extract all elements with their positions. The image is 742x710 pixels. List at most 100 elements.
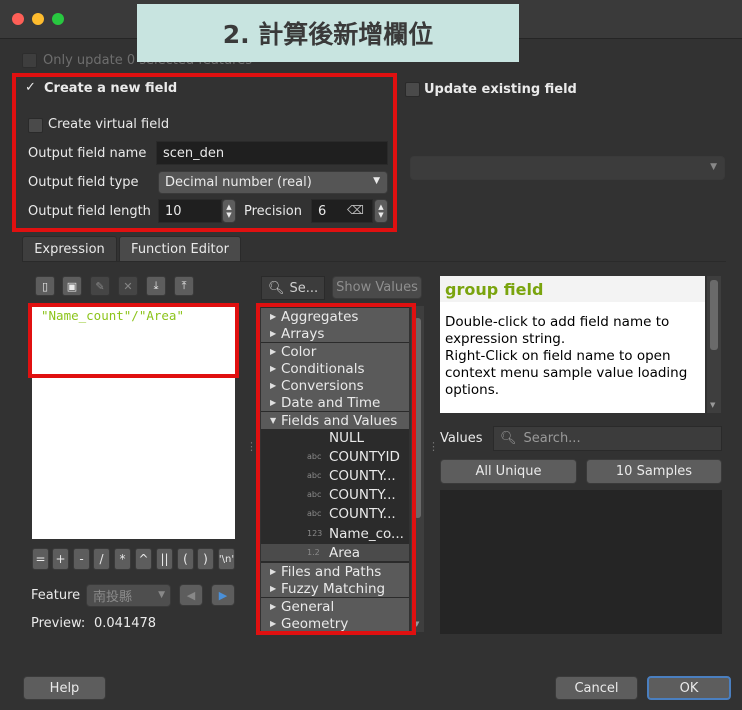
tree-field-item[interactable]: abc COUNTY...: [261, 486, 409, 503]
function-search-placeholder: Se...: [289, 280, 319, 296]
operator-minus-button[interactable]: -: [73, 548, 90, 570]
output-field-type-value: Decimal number (real): [165, 175, 312, 190]
arrow-right-icon: ▶: [218, 588, 228, 602]
scroll-down-icon[interactable]: ▼: [710, 401, 715, 409]
tree-field-item[interactable]: NULL: [261, 429, 409, 446]
caret-right-icon: ▶: [270, 584, 277, 593]
tab-function-editor[interactable]: Function Editor: [119, 236, 241, 262]
field-type-badge: abc: [307, 509, 322, 518]
tree-group-fuzzy-matching[interactable]: ▶ Fuzzy Matching: [261, 580, 409, 597]
tab-expression[interactable]: Expression: [22, 236, 117, 262]
tree-group-color[interactable]: ▶ Color: [261, 343, 409, 360]
tree-field-item[interactable]: 123 Name_co...: [261, 525, 409, 542]
operator-equals-button[interactable]: =: [32, 548, 49, 570]
create-virtual-field-checkbox[interactable]: [28, 118, 43, 133]
ok-button[interactable]: OK: [647, 676, 731, 700]
field-type-badge: 1.2: [307, 548, 320, 557]
operator-plus-button[interactable]: +: [52, 548, 69, 570]
tree-group-conditionals[interactable]: ▶ Conditionals: [261, 360, 409, 377]
function-tree[interactable]: ▶ Aggregates ▶ Arrays ▶ Color ▶ Conditionals…: [261, 306, 409, 632]
clear-icon[interactable]: ⌫: [347, 203, 364, 217]
edit-icon[interactable]: ✎: [90, 276, 110, 296]
create-new-field-label[interactable]: Create a new field: [44, 81, 177, 96]
tree-scrollbar-thumb[interactable]: [414, 318, 421, 518]
only-update-selected-checkbox[interactable]: [22, 53, 37, 68]
tree-group-aggregates[interactable]: ▶ Aggregates: [261, 308, 409, 325]
tree-scrollbar[interactable]: ▼: [411, 306, 424, 632]
caret-right-icon: ▶: [270, 364, 277, 373]
tree-group-fields-and-values[interactable]: ▼ Fields and Values: [261, 412, 409, 429]
operator-newline-button[interactable]: '\n': [218, 548, 235, 570]
scroll-down-icon[interactable]: ▼: [414, 620, 419, 628]
output-field-name-input[interactable]: scen_den: [156, 141, 388, 165]
operator-power-button[interactable]: ^: [135, 548, 152, 570]
function-search-input[interactable]: 🔍︎ Se...: [261, 276, 325, 300]
tree-group-arrays[interactable]: ▶ Arrays: [261, 325, 409, 342]
values-search-placeholder: Search...: [523, 431, 581, 446]
output-field-length-input[interactable]: 10: [158, 199, 222, 223]
length-spinner[interactable]: ▲ ▼: [222, 199, 236, 223]
minimize-window-button[interactable]: [32, 13, 44, 25]
expression-text: "Name_count"/"Area": [41, 308, 184, 323]
all-unique-button[interactable]: All Unique: [440, 459, 577, 484]
delete-icon[interactable]: ✕: [118, 276, 138, 296]
values-list[interactable]: [440, 490, 722, 634]
save-icon[interactable]: ▣: [62, 276, 82, 296]
new-file-icon[interactable]: ▯: [35, 276, 55, 296]
previous-feature-button[interactable]: ◀: [179, 584, 203, 606]
values-search-input[interactable]: 🔍︎ Search...: [493, 426, 722, 451]
spin-up-icon: ▲: [226, 203, 232, 211]
preview-value: 0.041478: [94, 616, 157, 631]
close-window-button[interactable]: [12, 13, 24, 25]
tree-field-item[interactable]: abc COUNTY...: [261, 505, 409, 522]
help-scrollbar[interactable]: ▼: [707, 276, 721, 413]
export-icon[interactable]: ⤒: [174, 276, 194, 296]
tree-field-item[interactable]: abc COUNTYID: [261, 448, 409, 465]
precision-value: 6: [318, 203, 327, 219]
tab-divider: [22, 261, 726, 262]
field-type-badge: abc: [307, 471, 322, 480]
field-type-badge: abc: [307, 490, 322, 499]
existing-field-select[interactable]: ▼: [410, 156, 725, 180]
splitter-handle[interactable]: ⋮: [428, 441, 439, 452]
values-label: Values: [440, 431, 483, 446]
precision-input[interactable]: 6 ⌫: [311, 199, 373, 223]
splitter-handle[interactable]: ⋮: [246, 441, 257, 452]
output-field-length-label: Output field length: [28, 204, 151, 219]
ten-samples-button[interactable]: 10 Samples: [586, 459, 722, 484]
caret-right-icon: ▶: [270, 381, 277, 390]
tree-group-conversions[interactable]: ▶ Conversions: [261, 377, 409, 394]
tree-group-date-and-time[interactable]: ▶ Date and Time: [261, 394, 409, 411]
operator-close-paren-button[interactable]: ): [197, 548, 214, 570]
tree-group-general[interactable]: ▶ General: [261, 598, 409, 615]
zoom-window-button[interactable]: [52, 13, 64, 25]
next-feature-button[interactable]: ▶: [211, 584, 235, 606]
import-icon[interactable]: ⤓: [146, 276, 166, 296]
operator-concat-button[interactable]: ||: [156, 548, 173, 570]
caret-down-icon: ▼: [270, 416, 277, 425]
update-existing-field-checkbox[interactable]: [405, 82, 420, 97]
feature-select[interactable]: 南投縣 ▼: [86, 584, 171, 607]
help-button[interactable]: Help: [23, 676, 106, 700]
caret-right-icon: ▶: [270, 398, 277, 407]
expression-editor[interactable]: "Name_count"/"Area": [32, 306, 235, 539]
search-icon: 🔍︎: [500, 431, 517, 446]
spin-down-icon: ▼: [378, 211, 384, 219]
operator-open-paren-button[interactable]: (: [177, 548, 194, 570]
output-field-type-select[interactable]: Decimal number (real) ▼: [158, 171, 388, 194]
cancel-button[interactable]: Cancel: [555, 676, 638, 700]
precision-spinner[interactable]: ▲ ▼: [374, 199, 388, 223]
help-scrollbar-thumb[interactable]: [710, 280, 718, 350]
chevron-down-icon: ▼: [158, 590, 165, 600]
output-field-name-label: Output field name: [28, 146, 147, 161]
tree-field-item[interactable]: abc COUNTY...: [261, 467, 409, 484]
operator-multiply-button[interactable]: *: [114, 548, 131, 570]
preview-label: Preview:: [31, 616, 86, 631]
operator-divide-button[interactable]: /: [93, 548, 110, 570]
feature-label: Feature: [31, 588, 81, 603]
tree-group-geometry[interactable]: ▶ Geometry: [261, 615, 409, 632]
tree-field-item-selected[interactable]: 1.2 Area: [261, 544, 409, 561]
tree-group-files-and-paths[interactable]: ▶ Files and Paths: [261, 563, 409, 580]
field-type-badge: abc: [307, 452, 322, 461]
show-values-button[interactable]: Show Values: [332, 276, 422, 299]
